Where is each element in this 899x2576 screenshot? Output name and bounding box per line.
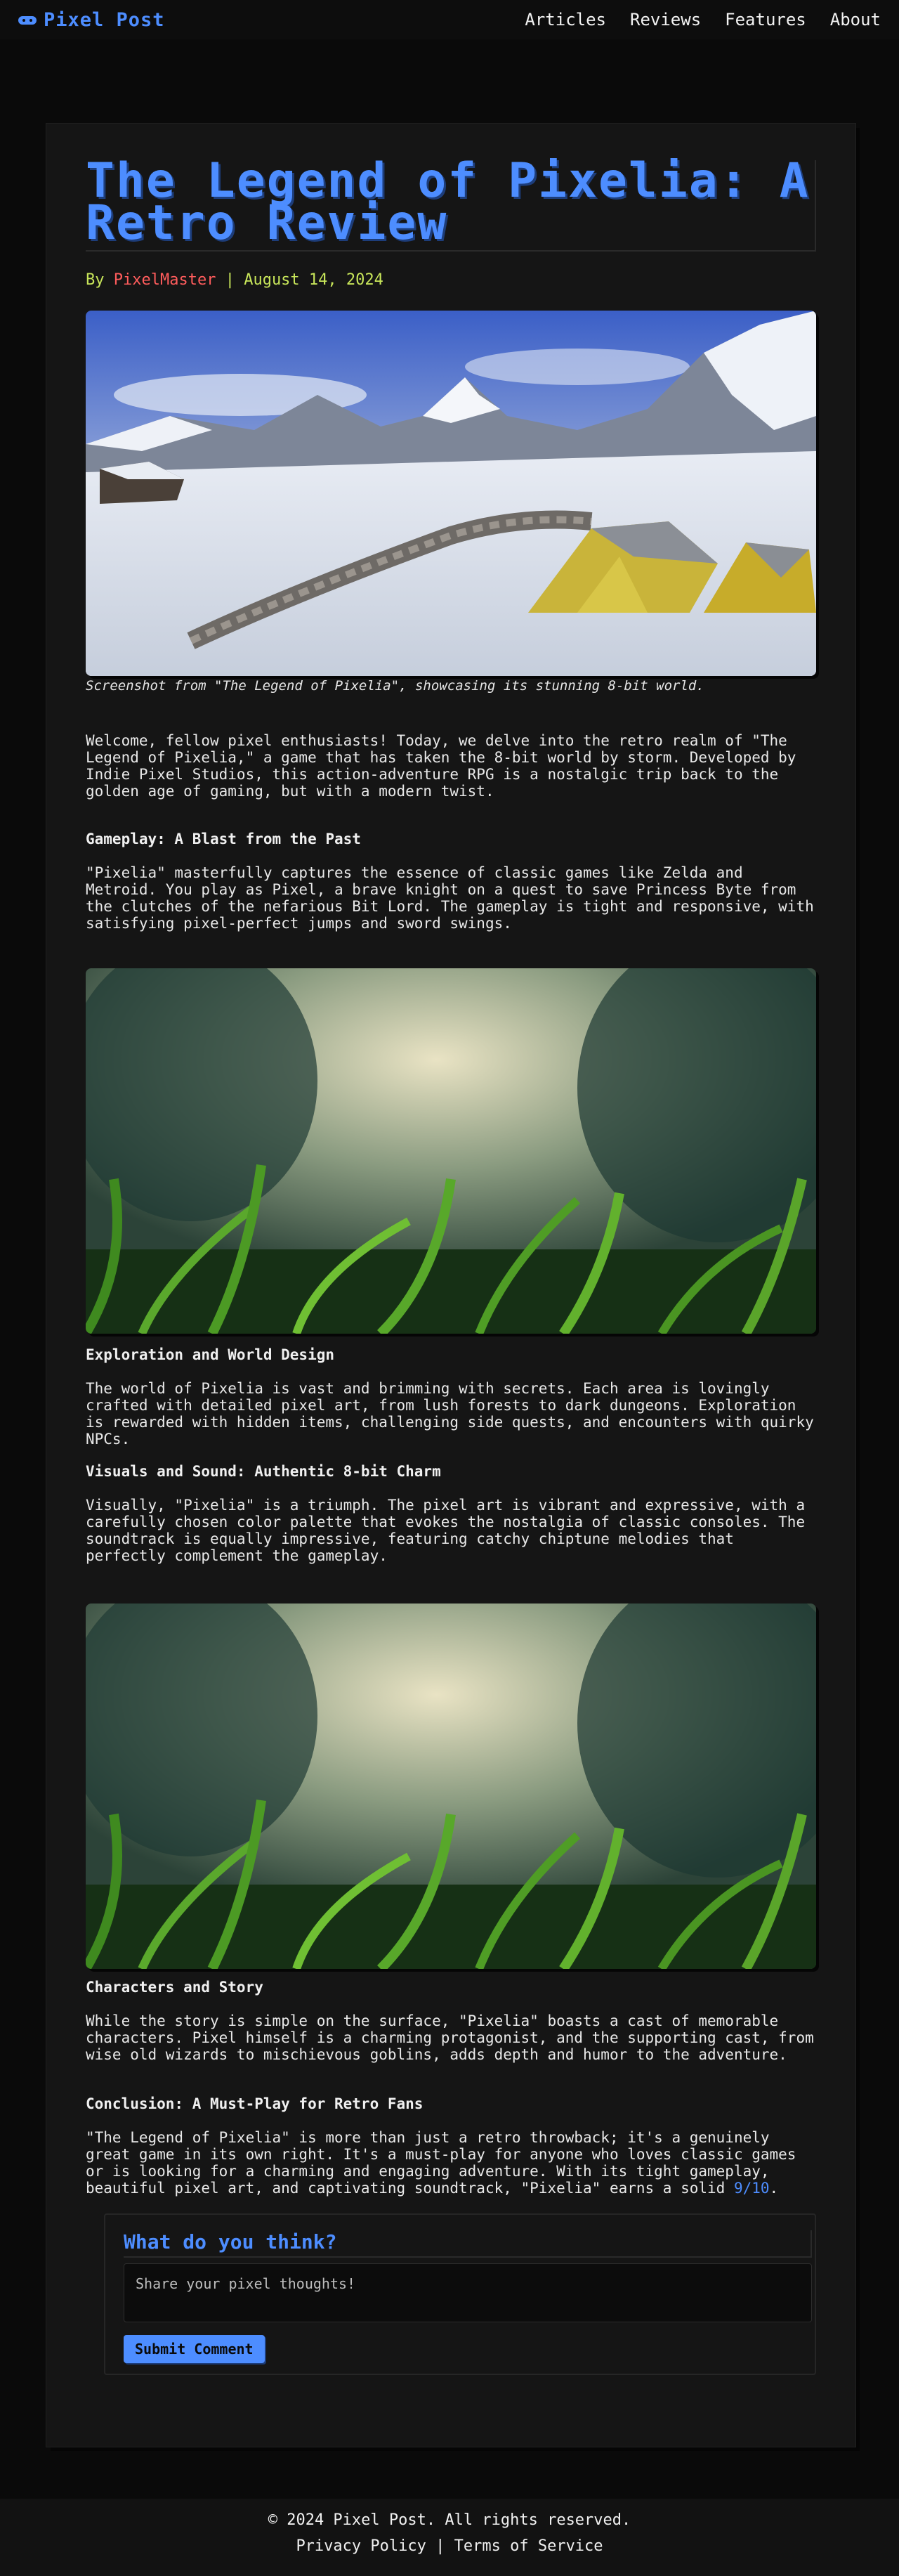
visuals-paragraph: Visually, "Pixelia" is a triumph. The pi… <box>86 1497 806 1564</box>
site-footer: © 2024 Pixel Post. All rights reserved. … <box>0 2499 899 2576</box>
heading-gameplay: Gameplay: A Blast from the Past <box>86 831 361 847</box>
exploration-paragraph: The world of Pixelia is vast and brimmin… <box>86 1380 814 1448</box>
nav-articles[interactable]: Articles <box>525 10 606 30</box>
nav-about[interactable]: About <box>830 10 881 30</box>
publish-date: August 14, 2024 <box>244 271 383 289</box>
grass-image-1 <box>86 968 816 1334</box>
privacy-policy-link[interactable]: Privacy Policy <box>296 2537 426 2555</box>
heading-exploration: Exploration and World Design <box>86 1346 335 1363</box>
terms-of-service-link[interactable]: Terms of Service <box>454 2537 603 2555</box>
gameplay-paragraph: "Pixelia" masterfully captures the essen… <box>86 864 814 932</box>
byline: By PixelMaster | August 14, 2024 <box>86 271 383 289</box>
article-card: The Legend of Pixelia: A Retro Review By… <box>46 124 855 2447</box>
byline-separator: | <box>216 271 244 289</box>
conclusion-end: . <box>769 2180 779 2197</box>
comment-section: What do you think? Submit Comment <box>104 2213 816 2375</box>
hero-screenshot-image <box>86 311 816 676</box>
byline-prefix: By <box>86 271 114 289</box>
author-name[interactable]: PixelMaster <box>114 271 216 289</box>
main-nav: Articles Reviews Features About <box>525 10 881 30</box>
comment-title: What do you think? <box>124 2230 812 2258</box>
footer-links: Privacy Policy | Terms of Service <box>0 2537 899 2555</box>
heading-visuals: Visuals and Sound: Authentic 8-bit Charm <box>86 1463 441 1480</box>
grass-image-2 <box>86 1604 816 1969</box>
nav-features[interactable]: Features <box>725 10 806 30</box>
site-header: Pixel Post Articles Reviews Features Abo… <box>0 0 899 39</box>
review-score: 9/10 <box>733 2180 770 2197</box>
nav-reviews[interactable]: Reviews <box>630 10 701 30</box>
brand-name: Pixel Post <box>44 8 165 31</box>
intro-paragraph: Welcome, fellow pixel enthusiasts! Today… <box>86 732 796 800</box>
gamepad-icon <box>18 13 37 26</box>
hero-caption: Screenshot from "The Legend of Pixelia",… <box>86 678 704 694</box>
copyright: © 2024 Pixel Post. All rights reserved. <box>268 2511 631 2529</box>
characters-paragraph: While the story is simple on the surface… <box>86 2012 814 2063</box>
conclusion-paragraph: "The Legend of Pixelia" is more than jus… <box>86 2129 816 2197</box>
heading-characters: Characters and Story <box>86 1979 263 1996</box>
comment-input[interactable] <box>124 2263 812 2322</box>
article-title: The Legend of Pixelia: A Retro Review <box>86 157 816 252</box>
footer-separator: | <box>426 2537 454 2555</box>
conclusion-text: "The Legend of Pixelia" is more than jus… <box>86 2129 796 2197</box>
brand-logo[interactable]: Pixel Post <box>18 9 165 31</box>
heading-conclusion: Conclusion: A Must-Play for Retro Fans <box>86 2095 424 2112</box>
submit-comment-button[interactable]: Submit Comment <box>124 2335 265 2363</box>
